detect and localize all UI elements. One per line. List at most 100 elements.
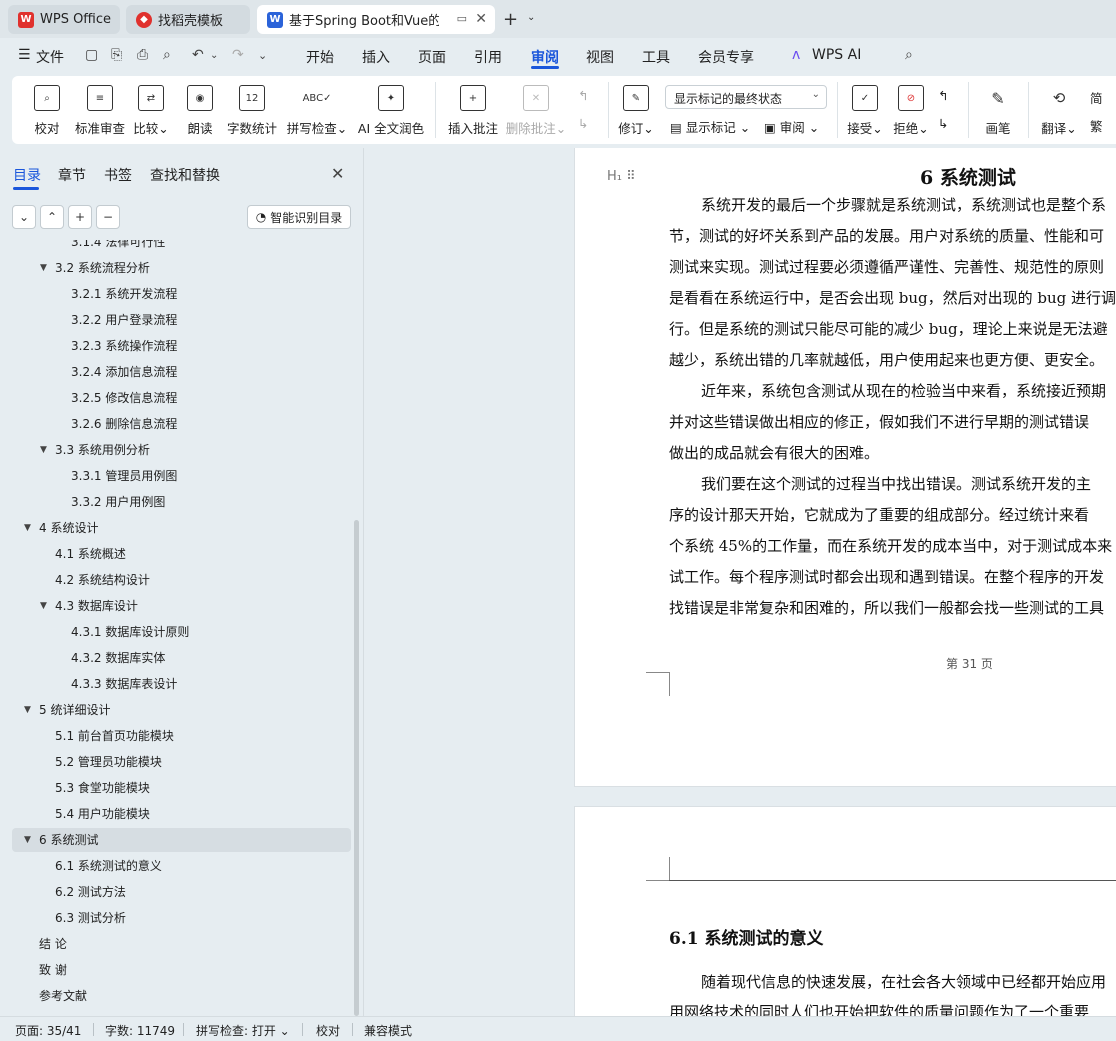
previous-change-icon[interactable]: ↰ [938, 88, 948, 103]
chevron-down-icon[interactable]: ⌄ [527, 12, 535, 23]
print-icon[interactable]: ⎙ [137, 47, 148, 63]
next-comment-icon[interactable]: ↳ [578, 116, 588, 131]
standard-review-button[interactable]: ≡ 标准审查 [74, 76, 126, 144]
expand-caret-icon[interactable]: ▼ [40, 438, 47, 462]
search-icon[interactable]: ⌕ [905, 47, 913, 63]
close-tab-icon[interactable]: ✕ [475, 11, 487, 27]
pen-button[interactable]: ✎ 画笔 [982, 76, 1014, 144]
toc-item[interactable]: 4.3.2 数据库实体 [0, 646, 352, 670]
close-icon[interactable]: ✕ [331, 164, 344, 183]
toc-item[interactable]: 6.3 测试分析 [0, 906, 352, 930]
toc-item[interactable]: 4.3.1 数据库设计原则 [0, 620, 352, 644]
smart-toc-button[interactable]: ◔ 智能识别目录 [247, 205, 351, 229]
expand-caret-icon[interactable]: ▼ [24, 698, 31, 722]
toc-item[interactable]: 6.1 系统测试的意义 [0, 854, 352, 878]
export-icon[interactable]: ⎘ [111, 47, 122, 63]
expand-caret-icon[interactable]: ▼ [40, 256, 47, 280]
spell-check-button[interactable]: ABC✓ 拼写检查⌄ [286, 76, 348, 144]
toc-item[interactable]: 3.2.1 系统开发流程 [0, 282, 352, 306]
reject-button[interactable]: ⊘ 拒绝⌄ [892, 76, 930, 144]
screen-icon[interactable]: ▭ [457, 12, 467, 25]
toc-item[interactable]: 3.2.4 添加信息流程 [0, 360, 352, 384]
toc-item[interactable]: 5.3 食堂功能模块 [0, 776, 352, 800]
toc-item[interactable]: 3.1.4 法律可行性 [0, 240, 352, 254]
toc-item[interactable]: ▼ 5 统详细设计 [0, 698, 352, 722]
toc-item[interactable]: 3.2.6 删除信息流程 [0, 412, 352, 436]
track-changes-button[interactable]: ✎ 修订⌄ [618, 76, 654, 144]
menu-tools[interactable]: 工具 [642, 47, 670, 67]
menu-view[interactable]: 视图 [586, 47, 614, 67]
menu-home[interactable]: 开始 [306, 47, 334, 67]
save-icon[interactable]: ▢ [85, 47, 98, 63]
expand-all-button[interactable]: ⌄ [12, 205, 36, 229]
toc-item[interactable]: 3.3.2 用户用例图 [0, 490, 352, 514]
toc-item[interactable]: ▼ 3.3 系统用例分析 [0, 438, 352, 462]
tab-toc[interactable]: 目录 [13, 165, 41, 185]
delete-comment-button[interactable]: ✕ 删除批注⌄ [506, 76, 566, 144]
undo-icon[interactable]: ↶ [192, 47, 204, 63]
word-count-status[interactable]: 字数: 11749 [105, 1022, 175, 1039]
menu-member[interactable]: 会员专享 [698, 47, 754, 67]
toc-item[interactable]: 6.2 测试方法 [0, 880, 352, 904]
toc-item[interactable]: 5.4 用户功能模块 [0, 802, 352, 826]
page-indicator[interactable]: 页面: 35/41 [15, 1022, 81, 1039]
to-traditional-button[interactable]: 繁 [1090, 116, 1103, 135]
tab-bookmarks[interactable]: 书签 [104, 165, 132, 185]
compare-button[interactable]: ⇄ 比较⌄ [132, 76, 170, 144]
heading-marker-icon[interactable]: H₁ ⠿ [607, 169, 636, 184]
toc-item[interactable]: 3.3.1 管理员用例图 [0, 464, 352, 488]
print-preview-icon[interactable]: ⌕ [163, 47, 171, 63]
to-simplified-button[interactable]: 简 [1090, 88, 1103, 107]
insert-comment-button[interactable]: + 插入批注 [448, 76, 498, 144]
previous-comment-icon[interactable]: ↰ [578, 88, 588, 103]
show-markup-button[interactable]: ▤ 显示标记 ⌄ [670, 117, 750, 136]
toc-item[interactable]: 3.2.5 修改信息流程 [0, 386, 352, 410]
tab-find-replace[interactable]: 查找和替换 [150, 165, 220, 185]
toc-item[interactable]: 参考文献 [0, 984, 352, 1008]
redo-icon[interactable]: ↷ [232, 47, 244, 63]
proof-status[interactable]: 校对 [316, 1022, 340, 1039]
toc-item[interactable]: ▼ 3.2 系统流程分析 [0, 256, 352, 280]
review-pane-button[interactable]: ▣ 审阅 ⌄ [764, 117, 819, 136]
menu-insert[interactable]: 插入 [362, 47, 390, 67]
toc-item[interactable]: 4.2 系统结构设计 [0, 568, 352, 592]
menu-review[interactable]: 审阅 [531, 47, 559, 67]
menu-references[interactable]: 引用 [474, 47, 502, 67]
collapse-all-button[interactable]: ⌃ [40, 205, 64, 229]
translate-button[interactable]: ⟲ 翻译⌄ [1040, 76, 1078, 144]
add-heading-button[interactable]: + [68, 205, 92, 229]
menu-wps-ai[interactable]: WPS AI [812, 47, 861, 63]
word-count-button[interactable]: 12 字数统计 [226, 76, 278, 144]
expand-caret-icon[interactable]: ▼ [24, 828, 31, 852]
toc-item[interactable]: 结 论 [0, 932, 352, 956]
expand-caret-icon[interactable]: ▼ [40, 594, 47, 618]
toc-item[interactable]: 5.2 管理员功能模块 [0, 750, 352, 774]
tab-document[interactable]: W 基于Spring Boot和Vue的高 ▭ ✕ [257, 5, 495, 34]
spell-check-status[interactable]: 拼写检查: 打开 ⌄ [196, 1022, 290, 1039]
toc-item[interactable]: 4.1 系统概述 [0, 542, 352, 566]
toc-item[interactable]: ▼ 4.3 数据库设计 [0, 594, 352, 618]
expand-caret-icon[interactable]: ▼ [24, 516, 31, 540]
proof-button[interactable]: ⌕ 校对 [32, 76, 62, 144]
markup-display-select[interactable]: 显示标记的最终状态 ⌄ [665, 85, 827, 109]
toc-item[interactable]: 3.2.2 用户登录流程 [0, 308, 352, 332]
toc-item[interactable]: 致 谢 [0, 958, 352, 982]
toc-item[interactable]: ▼ 6 系统测试 [0, 828, 352, 852]
menu-page[interactable]: 页面 [418, 47, 446, 67]
toc-scrollbar[interactable] [354, 520, 359, 1016]
tab-docer[interactable]: ◆ 找稻壳模板 [126, 5, 250, 34]
menu-file[interactable]: 文件 [36, 47, 64, 67]
toc-item[interactable]: 5.1 前台首页功能模块 [0, 724, 352, 748]
hamburger-icon[interactable]: ☰ [18, 47, 31, 63]
tab-sections[interactable]: 章节 [58, 165, 86, 185]
undo-dropdown-icon[interactable]: ⌄ [210, 50, 218, 61]
read-aloud-button[interactable]: ◉ 朗读 [186, 76, 214, 144]
accept-button[interactable]: ✓ 接受⌄ [846, 76, 884, 144]
next-change-icon[interactable]: ↳ [938, 116, 948, 131]
more-icon[interactable]: ⌄ [258, 49, 267, 62]
tab-wps-office[interactable]: W WPS Office [8, 5, 120, 34]
toc-item[interactable]: ▼ 4 系统设计 [0, 516, 352, 540]
toc-item[interactable]: 3.2.3 系统操作流程 [0, 334, 352, 358]
toc-item[interactable]: 4.3.3 数据库表设计 [0, 672, 352, 696]
ai-polish-button[interactable]: ✦ AI 全文润色 [356, 76, 426, 144]
